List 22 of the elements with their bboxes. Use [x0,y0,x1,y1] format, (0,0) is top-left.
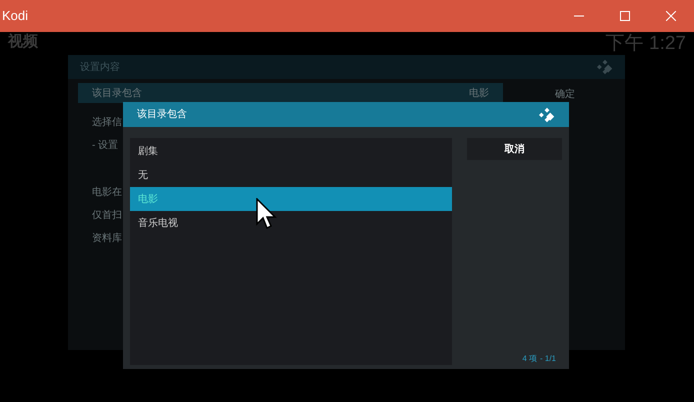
ok-button[interactable]: 确定 [555,87,575,102]
setting-value: 电影 [469,86,489,100]
page-indicator: - 1/1 [540,353,556,365]
window-title: Kodi [1,7,28,26]
setting-label: 该目录包含 [92,86,142,100]
section-title: 视频 [8,33,38,51]
cancel-button[interactable]: 取消 [467,138,562,160]
kodi-logo-icon [597,59,613,75]
dialog-title: 该目录包含 [137,108,187,122]
clock: 下午 1:27 [606,33,686,54]
close-icon [666,11,676,21]
list-item[interactable]: 无 [130,163,452,187]
setting-label: 资料库 [92,232,122,246]
maximize-icon [620,11,630,21]
setting-row[interactable]: 该目录包含 电影 [78,83,503,103]
mouse-pointer-icon [256,198,278,230]
list-item[interactable]: 电影 [130,187,452,211]
kodi-logo-icon [539,106,555,122]
list-item[interactable]: 音乐电视 [130,211,452,235]
item-count: 4 项 [522,353,537,365]
list-item[interactable]: 剧集 [130,139,452,163]
panel-title: 设置内容 [80,60,120,74]
